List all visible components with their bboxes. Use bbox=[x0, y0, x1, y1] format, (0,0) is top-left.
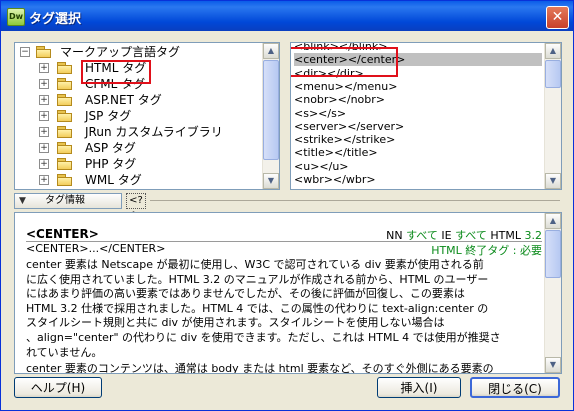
tree-item-label: ASP.NET タグ bbox=[85, 93, 162, 107]
close-button[interactable]: 閉じる(C) bbox=[470, 377, 560, 398]
divider bbox=[150, 200, 560, 201]
tree-item-label: JRun カスタムライブラリ bbox=[85, 125, 223, 139]
expand-icon[interactable]: + bbox=[39, 143, 49, 153]
folder-icon bbox=[57, 78, 73, 90]
scroll-up-arrow-icon[interactable]: ▲ bbox=[545, 213, 561, 229]
info-header-row: <CENTER> NN すべて IE すべて HTML 3.2 bbox=[26, 227, 542, 241]
folder-icon bbox=[57, 110, 73, 122]
insert-button[interactable]: 挿入(I) bbox=[377, 377, 461, 398]
tag-list-item[interactable]: <nobr></nobr> bbox=[294, 93, 542, 106]
folder-icon bbox=[57, 142, 73, 154]
tag-info-toggle[interactable]: ▼ タグ情報 bbox=[14, 193, 122, 209]
expand-icon[interactable]: + bbox=[39, 175, 49, 185]
tag-library-tree[interactable]: − マークアップ言語タグ + HTML タグ + CFML タグ + ASP.NET タグ… bbox=[14, 42, 280, 190]
compat-html-value: 3.2 bbox=[524, 229, 543, 241]
expand-icon[interactable]: + bbox=[39, 159, 49, 169]
info-paragraph-line: 、align="center" の代わりに div を使用できます。ただし、これ… bbox=[26, 331, 501, 343]
scroll-thumb[interactable] bbox=[545, 60, 561, 88]
help-button[interactable]: ヘルプ(H) bbox=[14, 377, 102, 398]
tag-list-item[interactable]: <server></server> bbox=[294, 120, 542, 133]
tag-list-item[interactable]: <wbr></wbr> bbox=[294, 173, 542, 186]
compat-html-label: HTML bbox=[490, 229, 521, 241]
scroll-down-arrow-icon[interactable]: ▼ bbox=[545, 173, 561, 189]
tree-item[interactable]: + ASP タグ bbox=[15, 140, 263, 156]
info-paragraph-line: にはあまり評価の高い要素ではありませんでしたが、その後に評価が回復し、この要素は bbox=[26, 287, 465, 300]
info-paragraph-line: れていません。 bbox=[26, 345, 103, 358]
collapse-icon[interactable]: − bbox=[20, 47, 30, 57]
tree-item[interactable]: + ASP.NET タグ bbox=[15, 92, 263, 108]
tree-item-root[interactable]: − マークアップ言語タグ bbox=[15, 44, 263, 60]
compat-ie-label: IE bbox=[441, 229, 452, 241]
tree-scrollbar[interactable]: ▲ ▼ bbox=[262, 43, 279, 189]
folder-icon bbox=[57, 126, 73, 138]
info-paragraph-line: に広く使用されていました。HTML 3.2 のマニュアルが作成される前から、HT… bbox=[26, 272, 489, 285]
expand-icon[interactable]: + bbox=[39, 95, 49, 105]
info-scrollbar[interactable]: ▲ ▼ bbox=[544, 213, 561, 373]
expand-icon[interactable]: + bbox=[39, 63, 49, 73]
title-bar[interactable]: Dw タグ選択 ✕ bbox=[1, 1, 573, 31]
tree-item-label: PHP タグ bbox=[85, 157, 137, 171]
info-paragraph-line: HTML 3.2 仕様で採用されました。HTML 4 では、この属性の代わりに … bbox=[26, 301, 489, 314]
expand-icon[interactable]: + bbox=[39, 127, 49, 137]
tag-info-label: タグ情報 bbox=[45, 195, 85, 206]
scroll-thumb[interactable] bbox=[545, 230, 561, 278]
info-paragraph-line: center 要素は Netscape が最初に使用し、W3C で認可されている… bbox=[26, 258, 484, 270]
highlight-annotation-box bbox=[291, 47, 398, 77]
tag-list-item[interactable]: <menu></menu> bbox=[294, 80, 542, 93]
tag-list-item[interactable]: <title></title> bbox=[294, 146, 542, 159]
tag-list-item[interactable]: a bbox=[294, 186, 542, 189]
scroll-down-arrow-icon[interactable]: ▼ bbox=[263, 173, 279, 189]
tag-syntax: <CENTER>...</CENTER> bbox=[26, 242, 166, 255]
window-title: タグ選択 bbox=[29, 12, 82, 27]
folder-icon bbox=[57, 158, 73, 170]
help-reference-icon[interactable]: <?> bbox=[126, 193, 146, 220]
tag-info-panel[interactable]: <CENTER> NN すべて IE すべて HTML 3.2 <CENTER>… bbox=[14, 212, 562, 374]
taglist-scrollbar[interactable]: ▲ ▼ bbox=[544, 43, 561, 189]
folder-icon bbox=[57, 62, 73, 74]
highlight-annotation-box bbox=[81, 60, 151, 84]
info-paragraph-2: center 要素のコンテンツは、通常は body または html 要素など、… bbox=[26, 362, 494, 374]
tree-item[interactable]: + JRun カスタムライブラリ bbox=[15, 124, 263, 140]
folder-icon bbox=[57, 174, 73, 186]
tree-item[interactable]: + WML タグ bbox=[15, 172, 263, 188]
collapse-triangle-icon: ▼ bbox=[19, 196, 26, 206]
folder-icon bbox=[57, 94, 73, 106]
tree-item-label: ASP タグ bbox=[85, 141, 136, 155]
end-tag-requirement: HTML 終了タグ : 必要 bbox=[431, 244, 542, 256]
tree-item[interactable]: + PHP タグ bbox=[15, 156, 263, 172]
browser-compat: NN すべて IE すべて HTML 3.2 bbox=[386, 227, 542, 241]
tree-item-label: WML タグ bbox=[85, 173, 142, 187]
expand-icon[interactable]: + bbox=[39, 111, 49, 121]
scroll-thumb[interactable] bbox=[263, 60, 279, 160]
info-paragraph-line: スタイルシート規則と共に div が使用されます。スタイルシートを使用しない場合… bbox=[26, 316, 445, 329]
tag-list[interactable]: <blink></blink> <center></center> <dir></d… bbox=[290, 42, 562, 190]
tag-list-item[interactable]: <s></s> bbox=[294, 107, 542, 120]
syntax-row: <CENTER>...</CENTER> HTML 終了タグ : 必要 bbox=[26, 242, 542, 256]
tag-info-splitter: ▼ タグ情報 <?> bbox=[14, 193, 560, 220]
tree-item[interactable]: + JSP タグ bbox=[15, 108, 263, 124]
tag-title: <CENTER> bbox=[26, 227, 99, 241]
tree-item-label: JSP タグ bbox=[85, 109, 132, 123]
tag-list-item[interactable]: <u></u> bbox=[294, 160, 542, 173]
tag-list-item[interactable]: <strike></strike> bbox=[294, 133, 542, 146]
compat-nn-value: すべて bbox=[406, 229, 438, 241]
dreamweaver-app-icon: Dw bbox=[7, 8, 25, 26]
compat-nn-label: NN bbox=[386, 229, 403, 241]
tree-item-label: マークアップ言語タグ bbox=[60, 45, 181, 59]
folder-open-icon bbox=[36, 46, 52, 58]
close-window-button[interactable]: ✕ bbox=[546, 6, 569, 29]
compat-ie-value: すべて bbox=[455, 229, 487, 241]
scroll-up-arrow-icon[interactable]: ▲ bbox=[263, 43, 279, 59]
scroll-up-arrow-icon[interactable]: ▲ bbox=[545, 43, 561, 59]
tag-chooser-dialog: Dw タグ選択 ✕ − マークアップ言語タグ + HTML タグ + CFML タグ +… bbox=[0, 0, 574, 411]
scroll-down-arrow-icon[interactable]: ▼ bbox=[545, 357, 561, 373]
expand-icon[interactable]: + bbox=[39, 79, 49, 89]
